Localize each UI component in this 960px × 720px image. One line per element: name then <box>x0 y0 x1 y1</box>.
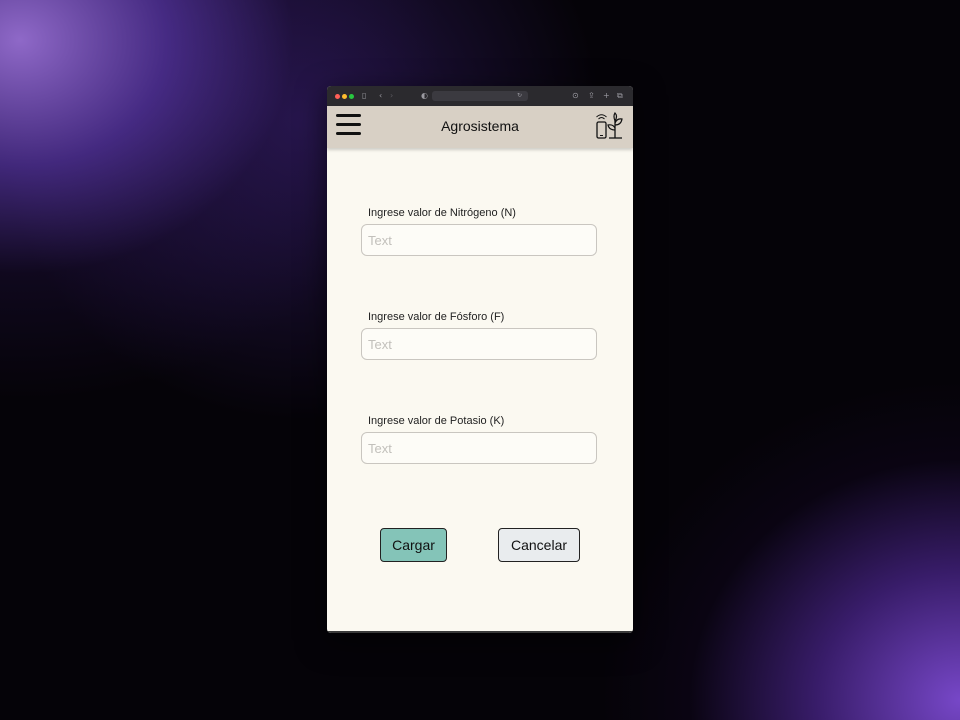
cancel-button[interactable]: Cancelar <box>498 528 580 562</box>
back-icon[interactable]: ‹ <box>379 90 382 102</box>
nitrogen-label: Ingrese valor de Nitrógeno (N) <box>368 207 516 219</box>
browser-toolbar: ▯ ‹ › ◐ ↻ ⊙ ⇪ + ⧉ <box>327 86 633 106</box>
iot-plant-icon <box>596 112 623 139</box>
browser-window: ▯ ‹ › ◐ ↻ ⊙ ⇪ + ⧉ Agrosistema Ingrese va… <box>327 86 633 633</box>
phosphorus-input[interactable] <box>361 328 597 360</box>
phosphorus-label: Ingrese valor de Fósforo (F) <box>368 311 505 323</box>
tabs-overview-icon[interactable]: ⧉ <box>617 90 623 102</box>
shield-icon[interactable]: ◐ <box>421 90 428 102</box>
new-tab-icon[interactable]: + <box>603 90 610 102</box>
app-title: Agrosistema <box>441 118 519 134</box>
nitrogen-input[interactable] <box>361 224 597 256</box>
bottom-divider <box>327 631 633 633</box>
app-header: Agrosistema <box>327 106 633 148</box>
download-icon[interactable]: ⊙ <box>572 90 579 102</box>
minimize-window-button[interactable] <box>342 94 347 99</box>
potassium-input[interactable] <box>361 432 597 464</box>
share-icon[interactable]: ⇪ <box>588 90 595 102</box>
forward-icon[interactable]: › <box>390 90 393 102</box>
potassium-label: Ingrese valor de Potasio (K) <box>368 415 505 427</box>
submit-button[interactable]: Cargar <box>380 528 447 562</box>
sidebar-icon[interactable]: ▯ <box>362 90 366 102</box>
reload-icon[interactable]: ↻ <box>517 90 522 102</box>
address-bar[interactable] <box>432 91 528 101</box>
close-window-button[interactable] <box>335 94 340 99</box>
maximize-window-button[interactable] <box>349 94 354 99</box>
